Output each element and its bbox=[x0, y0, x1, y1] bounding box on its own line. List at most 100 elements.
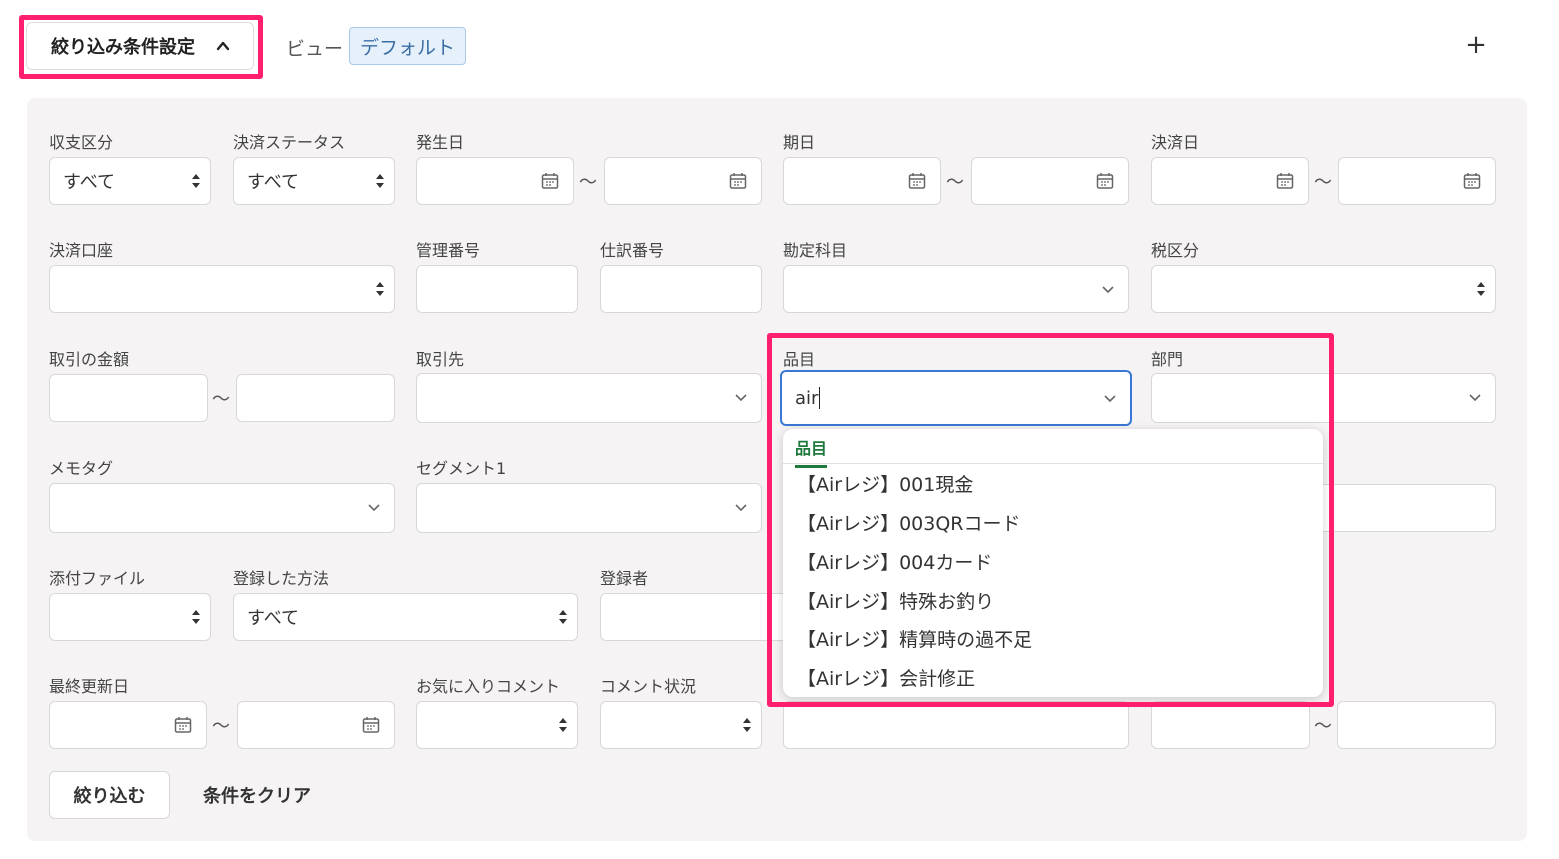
due-date-from-input[interactable] bbox=[783, 157, 941, 205]
payment-account-select[interactable] bbox=[49, 265, 395, 313]
register-method-value: すべて bbox=[247, 608, 300, 629]
calendar-icon[interactable] bbox=[1096, 172, 1114, 190]
last-updated-from-input[interactable] bbox=[49, 701, 207, 749]
hidden-range-to-input[interactable] bbox=[1337, 701, 1496, 749]
partner-label: 取引先 bbox=[416, 350, 465, 369]
calendar-icon[interactable] bbox=[174, 716, 192, 734]
payment-date-from-input[interactable] bbox=[1151, 157, 1309, 205]
amount-to-input[interactable] bbox=[236, 374, 395, 422]
hidden-row6-input[interactable] bbox=[783, 701, 1129, 749]
calendar-icon[interactable] bbox=[1276, 172, 1294, 190]
department-label: 部門 bbox=[1151, 350, 1184, 369]
tax-category-select[interactable] bbox=[1151, 265, 1496, 313]
account-item-label: 勘定科目 bbox=[783, 241, 848, 260]
select-updown-icon bbox=[559, 718, 567, 732]
tax-category-label: 税区分 bbox=[1151, 241, 1200, 260]
due-date-to-input[interactable] bbox=[971, 157, 1129, 205]
range-tilde: 〜 bbox=[212, 716, 230, 737]
dropdown-option[interactable]: 【Airレジ】会計修正 bbox=[797, 664, 975, 691]
segment1-label: セグメント1 bbox=[416, 459, 507, 478]
add-view-button[interactable]: + bbox=[1462, 30, 1490, 60]
item-suggestion-dropdown: 品目 【Airレジ】001現金 【Airレジ】003QRコード 【Airレジ】0… bbox=[783, 429, 1323, 697]
last-updated-label: 最終更新日 bbox=[49, 677, 130, 696]
chevron-up-icon bbox=[216, 41, 230, 51]
text-cursor bbox=[819, 387, 821, 409]
last-updated-to-input[interactable] bbox=[237, 701, 395, 749]
chevron-down-icon bbox=[735, 394, 747, 402]
management-no-input[interactable] bbox=[416, 265, 578, 313]
view-selector[interactable]: デフォルト bbox=[349, 27, 467, 65]
filter-toggle-label: 絞り込み条件設定 bbox=[51, 37, 195, 58]
select-updown-icon bbox=[192, 174, 200, 188]
comment-status-select[interactable] bbox=[600, 701, 762, 749]
item-combobox[interactable]: air bbox=[780, 370, 1132, 426]
select-updown-icon bbox=[376, 282, 384, 296]
chevron-down-icon bbox=[368, 504, 380, 512]
payment-status-value: すべて bbox=[247, 172, 300, 193]
amount-label: 取引の金額 bbox=[49, 350, 130, 369]
payment-account-label: 決済口座 bbox=[49, 241, 114, 260]
attachment-select[interactable] bbox=[49, 593, 211, 641]
calendar-icon[interactable] bbox=[1463, 172, 1481, 190]
partner-combobox[interactable] bbox=[416, 373, 762, 423]
register-method-select[interactable]: すべて bbox=[233, 593, 578, 641]
journal-no-input[interactable] bbox=[600, 265, 762, 313]
dropdown-option[interactable]: 【Airレジ】特殊お釣り bbox=[797, 587, 994, 614]
favorite-comment-label: お気に入りコメント bbox=[416, 677, 561, 696]
comment-status-label: コメント状況 bbox=[600, 677, 697, 696]
range-tilde: 〜 bbox=[212, 389, 230, 410]
registrant-combobox[interactable] bbox=[600, 593, 800, 641]
chevron-down-icon bbox=[735, 504, 747, 512]
apply-filter-button[interactable]: 絞り込む bbox=[49, 771, 170, 819]
view-label: ビュー bbox=[286, 38, 344, 60]
attachment-label: 添付ファイル bbox=[49, 569, 146, 588]
dropdown-option[interactable]: 【Airレジ】004カード bbox=[797, 548, 992, 575]
view-value: デフォルト bbox=[360, 36, 456, 59]
range-tilde: 〜 bbox=[579, 172, 597, 193]
income-type-value: すべて bbox=[63, 172, 116, 193]
chevron-down-icon bbox=[1104, 395, 1116, 403]
registrant-label: 登録者 bbox=[600, 569, 649, 588]
favorite-comment-select[interactable] bbox=[416, 701, 578, 749]
calendar-icon[interactable] bbox=[362, 716, 380, 734]
due-date-label: 期日 bbox=[783, 133, 816, 152]
calendar-icon[interactable] bbox=[908, 172, 926, 190]
item-input-value[interactable]: air bbox=[795, 388, 818, 409]
select-updown-icon bbox=[192, 610, 200, 624]
range-tilde: 〜 bbox=[1314, 716, 1332, 737]
filter-toggle-button[interactable]: 絞り込み条件設定 bbox=[26, 22, 254, 70]
income-type-select[interactable]: すべて bbox=[49, 157, 211, 205]
account-item-combobox[interactable] bbox=[783, 265, 1129, 313]
memo-tag-combobox[interactable] bbox=[49, 483, 395, 533]
chevron-down-icon bbox=[1469, 394, 1481, 402]
register-method-label: 登録した方法 bbox=[233, 569, 330, 588]
amount-from-input[interactable] bbox=[49, 374, 208, 422]
clear-filter-button[interactable]: 条件をクリア bbox=[203, 782, 311, 808]
management-no-label: 管理番号 bbox=[416, 241, 481, 260]
select-updown-icon bbox=[376, 174, 384, 188]
filter-header: 絞り込み条件設定 ビュー デフォルト + bbox=[0, 0, 1559, 90]
issue-date-from-input[interactable] bbox=[416, 157, 574, 205]
select-updown-icon bbox=[1477, 282, 1485, 296]
department-combobox[interactable] bbox=[1151, 373, 1496, 423]
dropdown-option[interactable]: 【Airレジ】精算時の過不足 bbox=[797, 625, 1032, 652]
item-label: 品目 bbox=[783, 350, 816, 369]
range-tilde: 〜 bbox=[1314, 172, 1332, 193]
calendar-icon[interactable] bbox=[729, 172, 747, 190]
issue-date-label: 発生日 bbox=[416, 133, 465, 152]
issue-date-to-input[interactable] bbox=[604, 157, 762, 205]
select-updown-icon bbox=[743, 718, 751, 732]
dropdown-divider bbox=[783, 463, 1323, 464]
select-updown-icon bbox=[559, 610, 567, 624]
payment-date-to-input[interactable] bbox=[1338, 157, 1496, 205]
calendar-icon[interactable] bbox=[541, 172, 559, 190]
memo-tag-label: メモタグ bbox=[49, 459, 114, 478]
segment1-combobox[interactable] bbox=[416, 483, 762, 533]
payment-status-select[interactable]: すべて bbox=[233, 157, 395, 205]
dropdown-option[interactable]: 【Airレジ】003QRコード bbox=[797, 509, 1021, 536]
hidden-range-from-input[interactable] bbox=[1151, 701, 1310, 749]
chevron-down-icon bbox=[1102, 286, 1114, 294]
dropdown-option[interactable]: 【Airレジ】001現金 bbox=[797, 470, 973, 497]
income-type-label: 収支区分 bbox=[49, 133, 114, 152]
payment-date-label: 決済日 bbox=[1151, 133, 1200, 152]
